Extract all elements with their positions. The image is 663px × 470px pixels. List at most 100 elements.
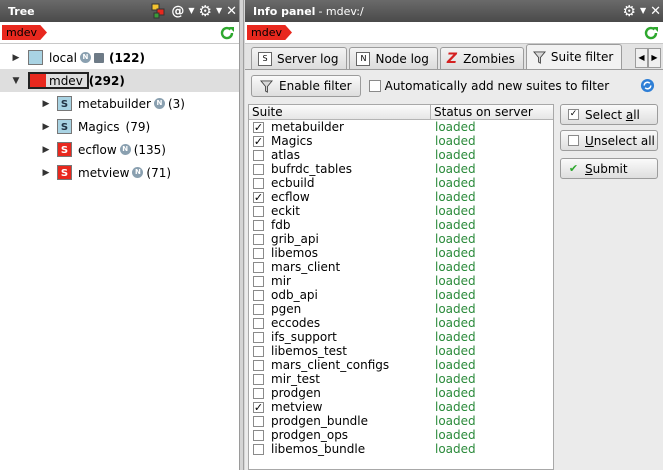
chevron-down-icon[interactable]: ▼: [188, 7, 194, 15]
refresh-icon[interactable]: [219, 25, 235, 41]
chevron-right-icon[interactable]: ▶: [648, 48, 661, 68]
close-icon[interactable]: ✕: [650, 5, 661, 18]
node-icon[interactable]: [151, 3, 167, 19]
tree-row-suite[interactable]: ▶ S ecflow N (135): [0, 138, 239, 161]
suite-checkbox[interactable]: [253, 205, 264, 217]
suite-row[interactable]: ✓ Magics loaded: [249, 134, 553, 148]
suite-checkbox[interactable]: [253, 233, 264, 245]
suite-name: eccodes: [271, 316, 321, 330]
suite-checkbox[interactable]: [253, 177, 264, 189]
refresh-icon[interactable]: [643, 25, 659, 41]
chevron-down-icon[interactable]: ▼: [216, 7, 222, 15]
server-filter-tag[interactable]: mdev: [2, 25, 47, 40]
suite-column-header[interactable]: Suite: [249, 105, 431, 119]
suite-checkbox[interactable]: ✓: [253, 191, 264, 203]
suite-checkbox[interactable]: ✓: [253, 401, 264, 413]
suite-row[interactable]: prodgen loaded: [249, 386, 553, 400]
suite-cell: eccodes: [249, 316, 431, 330]
suite-row[interactable]: mir loaded: [249, 274, 553, 288]
suite-row[interactable]: fdb loaded: [249, 218, 553, 232]
suite-checkbox[interactable]: [253, 289, 264, 301]
suite-row[interactable]: ✓ metview loaded: [249, 400, 553, 414]
enable-filter-button[interactable]: Enable filter: [251, 75, 361, 97]
suite-checkbox[interactable]: [253, 359, 264, 371]
select-all-button[interactable]: ✓ Select a ll: [560, 104, 658, 125]
suite-row[interactable]: ecbuild loaded: [249, 176, 553, 190]
server-filter-tag[interactable]: mdev: [247, 25, 292, 40]
suite-row[interactable]: libemos_bundle loaded: [249, 442, 553, 456]
auto-add-checkbox[interactable]: [368, 80, 381, 92]
close-icon[interactable]: ✕: [226, 5, 237, 18]
suite-checkbox[interactable]: [253, 261, 264, 273]
suite-row[interactable]: grib_api loaded: [249, 232, 553, 246]
suite-row[interactable]: odb_api loaded: [249, 288, 553, 302]
chevron-left-icon[interactable]: ◀: [635, 48, 648, 68]
tree-row-suite[interactable]: ▶ S metview N (71): [0, 161, 239, 184]
auto-add-option[interactable]: Automatically add new suites to filter: [368, 79, 609, 93]
tree-row-mdev[interactable]: ▼ mdev (292): [0, 69, 239, 92]
suite-checkbox[interactable]: [253, 303, 264, 315]
suite-row[interactable]: mars_client loaded: [249, 260, 553, 274]
chevron-right-icon[interactable]: ▶: [10, 53, 22, 63]
suite-checkbox[interactable]: [253, 219, 264, 231]
suite-row[interactable]: ✓ ecflow loaded: [249, 190, 553, 204]
tab-zombies[interactable]: Z Zombies: [439, 47, 524, 69]
suite-checkbox[interactable]: [253, 149, 264, 161]
n-badge-icon: N: [132, 167, 144, 178]
suite-checkbox[interactable]: [253, 415, 264, 427]
suite-name: libemos_test: [271, 344, 347, 358]
suite-checkbox[interactable]: ✓: [253, 121, 264, 133]
suite-status: loaded: [435, 316, 476, 330]
suite-checkbox[interactable]: [253, 317, 264, 329]
suite-row[interactable]: prodgen_ops loaded: [249, 428, 553, 442]
tree-row-local[interactable]: ▶ local N (122): [0, 46, 239, 69]
submit-button[interactable]: ✔ Submit: [560, 158, 658, 179]
suite-row[interactable]: libemos_test loaded: [249, 344, 553, 358]
tab-suite-filter[interactable]: Suite filter: [525, 44, 623, 69]
suite-status: loaded: [435, 204, 476, 218]
suite-cell: ifs_support: [249, 330, 431, 344]
at-sign-icon[interactable]: @: [171, 5, 184, 18]
suite-status: loaded: [435, 232, 476, 246]
chevron-right-icon[interactable]: ▶: [40, 168, 52, 178]
suite-rows: ✓ metabuilder loaded ✓ Magics loaded atlas load…: [249, 120, 553, 456]
suite-checkbox[interactable]: [253, 373, 264, 385]
suite-status: loaded: [435, 414, 476, 428]
suite-row[interactable]: mir_test loaded: [249, 372, 553, 386]
suite-checkbox[interactable]: [253, 345, 264, 357]
suite-checkbox[interactable]: [253, 331, 264, 343]
unselect-all-button[interactable]: Unselect all: [560, 130, 658, 151]
suite-row[interactable]: ifs_support loaded: [249, 330, 553, 344]
suite-row[interactable]: libemos loaded: [249, 246, 553, 260]
chevron-right-icon[interactable]: ▶: [40, 99, 52, 109]
chevron-right-icon[interactable]: ▶: [40, 122, 52, 132]
suite-row[interactable]: atlas loaded: [249, 148, 553, 162]
chevron-down-icon[interactable]: ▼: [10, 76, 22, 86]
suite-checkbox[interactable]: [253, 247, 264, 259]
tree-row-suite[interactable]: ▶ S Magics (79): [0, 115, 239, 138]
suite-checkbox[interactable]: [253, 429, 264, 441]
suite-name: ecflow: [78, 142, 117, 157]
tree-row-suite[interactable]: ▶ S metabuilder N (3): [0, 92, 239, 115]
suite-checkbox[interactable]: ✓: [253, 135, 264, 147]
suite-checkbox[interactable]: [253, 163, 264, 175]
suite-row[interactable]: pgen loaded: [249, 302, 553, 316]
suite-row[interactable]: prodgen_bundle loaded: [249, 414, 553, 428]
gear-icon[interactable]: ⚙: [622, 3, 635, 19]
suite-checkbox[interactable]: [253, 275, 264, 287]
status-column-header[interactable]: Status on server: [431, 105, 533, 119]
suite-checkbox[interactable]: [253, 387, 264, 399]
tab-node-log[interactable]: N Node log: [349, 47, 438, 69]
chevron-down-icon[interactable]: ▼: [640, 7, 646, 15]
suite-row[interactable]: eccodes loaded: [249, 316, 553, 330]
sync-icon[interactable]: [640, 78, 655, 93]
tab-server-log[interactable]: S Server log: [251, 47, 348, 69]
suite-row[interactable]: mars_client_configs loaded: [249, 358, 553, 372]
suite-checkbox[interactable]: [253, 443, 264, 455]
suite-row[interactable]: bufrdc_tables loaded: [249, 162, 553, 176]
chevron-right-icon[interactable]: ▶: [40, 145, 52, 155]
suite-row[interactable]: eckit loaded: [249, 204, 553, 218]
gear-icon[interactable]: ⚙: [198, 3, 211, 19]
suite-row[interactable]: ✓ metabuilder loaded: [249, 120, 553, 134]
pane-splitter[interactable]: [240, 0, 244, 470]
